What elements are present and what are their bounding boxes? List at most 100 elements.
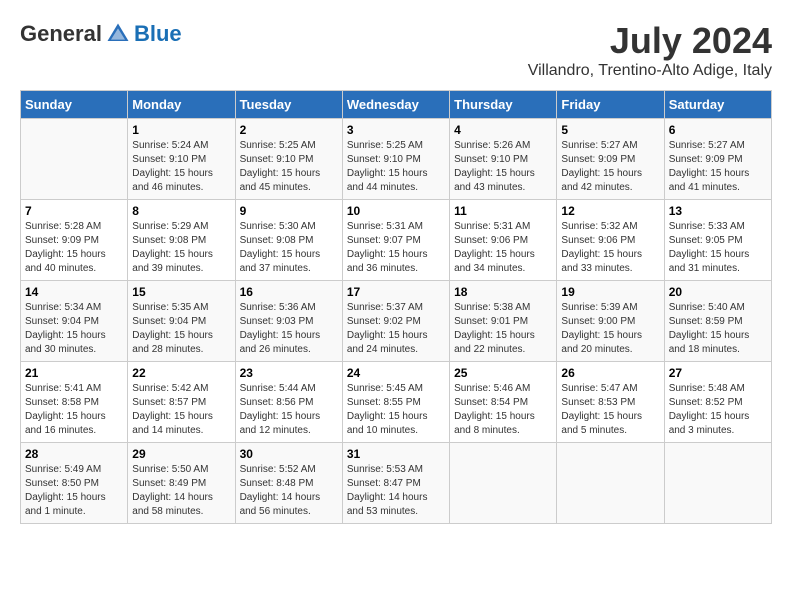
day-info: Sunrise: 5:30 AM Sunset: 9:08 PM Dayligh… xyxy=(240,220,338,276)
day-cell: 17 Sunrise: 5:37 AM Sunset: 9:02 PM Dayli… xyxy=(342,281,449,362)
day-cell: 15 Sunrise: 5:35 AM Sunset: 9:04 PM Dayli… xyxy=(128,281,235,362)
day-cell: 28 Sunrise: 5:49 AM Sunset: 8:50 PM Dayli… xyxy=(21,443,128,524)
logo-blue-text: Blue xyxy=(134,21,182,47)
header-cell-saturday: Saturday xyxy=(664,91,771,119)
day-info: Sunrise: 5:41 AM Sunset: 8:58 PM Dayligh… xyxy=(25,382,123,438)
day-number: 25 xyxy=(454,366,552,380)
day-number: 2 xyxy=(240,123,338,137)
day-number: 3 xyxy=(347,123,445,137)
day-cell: 10 Sunrise: 5:31 AM Sunset: 9:07 PM Dayli… xyxy=(342,200,449,281)
day-cell: 21 Sunrise: 5:41 AM Sunset: 8:58 PM Dayli… xyxy=(21,362,128,443)
day-number: 21 xyxy=(25,366,123,380)
day-number: 23 xyxy=(240,366,338,380)
day-info: Sunrise: 5:39 AM Sunset: 9:00 PM Dayligh… xyxy=(561,301,659,357)
day-cell: 29Sunrise: 5:50 AM Sunset: 8:49 PM Dayli… xyxy=(128,443,235,524)
day-number: 15 xyxy=(132,285,230,299)
day-cell: 20Sunrise: 5:40 AM Sunset: 8:59 PM Dayli… xyxy=(664,281,771,362)
day-number: 14 xyxy=(25,285,123,299)
day-number: 24 xyxy=(347,366,445,380)
day-info: Sunrise: 5:25 AM Sunset: 9:10 PM Dayligh… xyxy=(240,139,338,195)
day-cell: 26Sunrise: 5:47 AM Sunset: 8:53 PM Dayli… xyxy=(557,362,664,443)
day-number: 22 xyxy=(132,366,230,380)
day-info: Sunrise: 5:42 AM Sunset: 8:57 PM Dayligh… xyxy=(132,382,230,438)
day-cell: 3 Sunrise: 5:25 AM Sunset: 9:10 PM Daylig… xyxy=(342,119,449,200)
day-cell: 25Sunrise: 5:46 AM Sunset: 8:54 PM Dayli… xyxy=(450,362,557,443)
day-number: 6 xyxy=(669,123,767,137)
title-area: July 2024 Villandro, Trentino-Alto Adige… xyxy=(528,20,772,80)
header-row: SundayMondayTuesdayWednesdayThursdayFrid… xyxy=(21,91,772,119)
day-cell: 31Sunrise: 5:53 AM Sunset: 8:47 PM Dayli… xyxy=(342,443,449,524)
day-number: 12 xyxy=(561,204,659,218)
day-number: 4 xyxy=(454,123,552,137)
day-info: Sunrise: 5:27 AM Sunset: 9:09 PM Dayligh… xyxy=(669,139,767,195)
day-info: Sunrise: 5:31 AM Sunset: 9:07 PM Dayligh… xyxy=(347,220,445,276)
header-cell-wednesday: Wednesday xyxy=(342,91,449,119)
day-info: Sunrise: 5:52 AM Sunset: 8:48 PM Dayligh… xyxy=(240,463,338,519)
day-number: 18 xyxy=(454,285,552,299)
header-cell-friday: Friday xyxy=(557,91,664,119)
day-cell: 9 Sunrise: 5:30 AM Sunset: 9:08 PM Daylig… xyxy=(235,200,342,281)
day-cell: 12 Sunrise: 5:32 AM Sunset: 9:06 PM Dayli… xyxy=(557,200,664,281)
header-cell-thursday: Thursday xyxy=(450,91,557,119)
day-cell xyxy=(21,119,128,200)
day-cell: 5 Sunrise: 5:27 AM Sunset: 9:09 PM Daylig… xyxy=(557,119,664,200)
week-row-5: 28 Sunrise: 5:49 AM Sunset: 8:50 PM Dayli… xyxy=(21,443,772,524)
day-info: Sunrise: 5:50 AM Sunset: 8:49 PM Dayligh… xyxy=(132,463,230,519)
day-cell: 2 Sunrise: 5:25 AM Sunset: 9:10 PM Daylig… xyxy=(235,119,342,200)
week-row-3: 14 Sunrise: 5:34 AM Sunset: 9:04 PM Dayli… xyxy=(21,281,772,362)
day-cell xyxy=(557,443,664,524)
day-info: Sunrise: 5:34 AM Sunset: 9:04 PM Dayligh… xyxy=(25,301,123,357)
day-cell: 27Sunrise: 5:48 AM Sunset: 8:52 PM Dayli… xyxy=(664,362,771,443)
day-info: Sunrise: 5:28 AM Sunset: 9:09 PM Dayligh… xyxy=(25,220,123,276)
day-cell xyxy=(450,443,557,524)
day-number: 5 xyxy=(561,123,659,137)
header-cell-sunday: Sunday xyxy=(21,91,128,119)
day-info: Sunrise: 5:27 AM Sunset: 9:09 PM Dayligh… xyxy=(561,139,659,195)
day-number: 9 xyxy=(240,204,338,218)
day-cell: 6 Sunrise: 5:27 AM Sunset: 9:09 PM Daylig… xyxy=(664,119,771,200)
day-cell: 7 Sunrise: 5:28 AM Sunset: 9:09 PM Daylig… xyxy=(21,200,128,281)
day-info: Sunrise: 5:33 AM Sunset: 9:05 PM Dayligh… xyxy=(669,220,767,276)
day-info: Sunrise: 5:37 AM Sunset: 9:02 PM Dayligh… xyxy=(347,301,445,357)
day-info: Sunrise: 5:35 AM Sunset: 9:04 PM Dayligh… xyxy=(132,301,230,357)
day-number: 17 xyxy=(347,285,445,299)
logo-general-text: General xyxy=(20,21,102,47)
day-number: 7 xyxy=(25,204,123,218)
day-number: 30 xyxy=(240,447,338,461)
header-cell-tuesday: Tuesday xyxy=(235,91,342,119)
day-info: Sunrise: 5:26 AM Sunset: 9:10 PM Dayligh… xyxy=(454,139,552,195)
day-cell xyxy=(664,443,771,524)
day-info: Sunrise: 5:24 AM Sunset: 9:10 PM Dayligh… xyxy=(132,139,230,195)
day-number: 28 xyxy=(25,447,123,461)
day-info: Sunrise: 5:29 AM Sunset: 9:08 PM Dayligh… xyxy=(132,220,230,276)
day-info: Sunrise: 5:40 AM Sunset: 8:59 PM Dayligh… xyxy=(669,301,767,357)
day-number: 8 xyxy=(132,204,230,218)
header: General Blue July 2024 Villandro, Trenti… xyxy=(20,20,772,80)
day-cell: 14 Sunrise: 5:34 AM Sunset: 9:04 PM Dayli… xyxy=(21,281,128,362)
day-cell: 30 Sunrise: 5:52 AM Sunset: 8:48 PM Dayli… xyxy=(235,443,342,524)
day-number: 11 xyxy=(454,204,552,218)
day-number: 19 xyxy=(561,285,659,299)
day-info: Sunrise: 5:44 AM Sunset: 8:56 PM Dayligh… xyxy=(240,382,338,438)
day-cell: 19 Sunrise: 5:39 AM Sunset: 9:00 PM Dayli… xyxy=(557,281,664,362)
day-info: Sunrise: 5:31 AM Sunset: 9:06 PM Dayligh… xyxy=(454,220,552,276)
day-info: Sunrise: 5:32 AM Sunset: 9:06 PM Dayligh… xyxy=(561,220,659,276)
day-cell: 18 Sunrise: 5:38 AM Sunset: 9:01 PM Dayli… xyxy=(450,281,557,362)
week-row-2: 7 Sunrise: 5:28 AM Sunset: 9:09 PM Daylig… xyxy=(21,200,772,281)
day-number: 26 xyxy=(561,366,659,380)
header-cell-monday: Monday xyxy=(128,91,235,119)
day-cell: 23 Sunrise: 5:44 AM Sunset: 8:56 PM Dayli… xyxy=(235,362,342,443)
day-number: 31 xyxy=(347,447,445,461)
day-info: Sunrise: 5:45 AM Sunset: 8:55 PM Dayligh… xyxy=(347,382,445,438)
location-title: Villandro, Trentino-Alto Adige, Italy xyxy=(528,62,772,80)
logo: General Blue xyxy=(20,20,182,48)
day-number: 27 xyxy=(669,366,767,380)
day-info: Sunrise: 5:36 AM Sunset: 9:03 PM Dayligh… xyxy=(240,301,338,357)
day-info: Sunrise: 5:38 AM Sunset: 9:01 PM Dayligh… xyxy=(454,301,552,357)
calendar-table: SundayMondayTuesdayWednesdayThursdayFrid… xyxy=(20,90,772,524)
day-number: 10 xyxy=(347,204,445,218)
day-info: Sunrise: 5:25 AM Sunset: 9:10 PM Dayligh… xyxy=(347,139,445,195)
day-info: Sunrise: 5:49 AM Sunset: 8:50 PM Dayligh… xyxy=(25,463,123,519)
day-cell: 24 Sunrise: 5:45 AM Sunset: 8:55 PM Dayli… xyxy=(342,362,449,443)
day-cell: 22 Sunrise: 5:42 AM Sunset: 8:57 PM Dayli… xyxy=(128,362,235,443)
